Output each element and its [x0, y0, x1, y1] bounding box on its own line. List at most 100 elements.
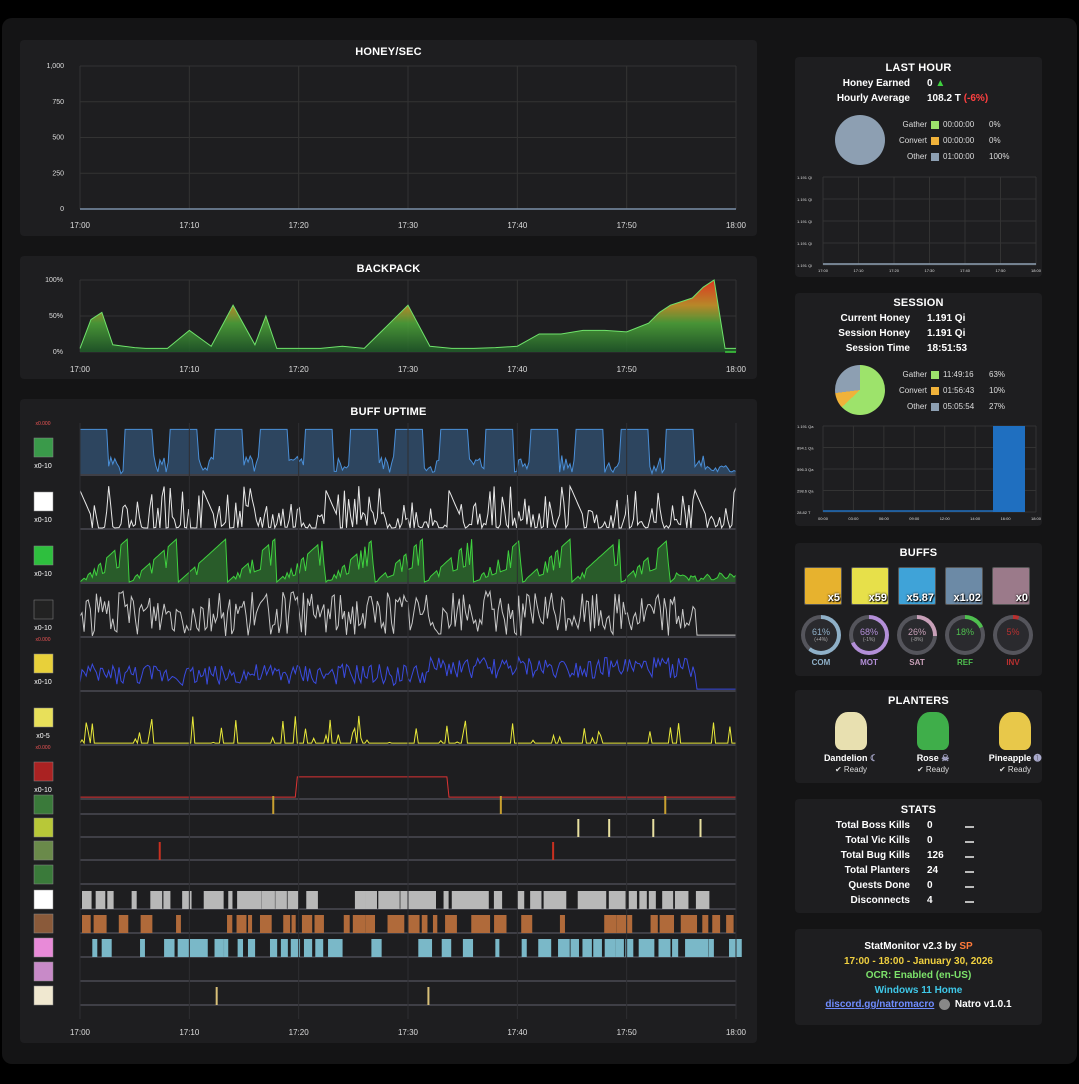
hourly-change: (-6%) [963, 93, 989, 104]
uptime-bar [418, 939, 433, 957]
uptime-bar [236, 915, 247, 933]
uptime-bar [689, 915, 698, 933]
x-tick: 17:00 [70, 221, 91, 230]
legend-pct: 100% [989, 152, 1010, 161]
planter-symbol-icon: ☾ [869, 753, 879, 763]
honey-earned-value: 0 ▲ [927, 78, 946, 89]
x-tick: 17:50 [995, 268, 1006, 273]
x-tick: 17:10 [179, 221, 200, 230]
y-tick: 500 [52, 135, 64, 142]
uptime-bar [695, 891, 710, 909]
uptime-bar [287, 891, 299, 909]
x-tick: 18:00 [726, 221, 747, 230]
chick-icon: x0 [992, 567, 1030, 605]
uptime-bar [421, 915, 428, 933]
uptime-bar [482, 915, 491, 933]
stat-trend [965, 826, 974, 828]
tide-icon: x1.02 [945, 567, 983, 605]
stat-trend [965, 886, 974, 888]
y-tick: 28.82 T [797, 510, 811, 515]
author: SP [959, 941, 973, 952]
x-tick: 17:40 [507, 365, 528, 374]
uptime-bar [407, 915, 420, 933]
x-tick: 18:00 [726, 1028, 747, 1037]
buff-count: x59 [868, 592, 887, 604]
baby-love-icon [33, 761, 54, 782]
hourly-average-value: 108.2 T (-6%) [927, 93, 989, 104]
discord-link[interactable]: discord.gg/natromacro [825, 999, 934, 1010]
stat-trend [965, 901, 974, 903]
y-tick: 50% [49, 313, 63, 320]
uptime-bar [95, 891, 106, 909]
y-tick: 0% [53, 349, 63, 356]
uptime-bar [726, 915, 734, 933]
planter-icon [999, 712, 1031, 750]
uptime-bar [674, 891, 689, 909]
melody-icon [33, 599, 54, 620]
hourly-average-label: Hourly Average [836, 93, 910, 104]
ring-change: (+4%) [814, 637, 828, 643]
uptime-bar [177, 939, 190, 957]
uptime-bar [471, 915, 484, 933]
stat-trend [965, 871, 974, 873]
uptime-bar [261, 891, 275, 909]
uptime-bar [182, 891, 192, 909]
buff-scale: x0-10 [34, 517, 52, 524]
backpack-panel: BACKPACK 100% 50% 0% 17:00 17:10 17:20 17:30 17… [20, 256, 757, 379]
stat-value: 0 [927, 820, 933, 831]
buff-scale: x0-5 [36, 733, 50, 740]
last-hour-title: LAST HOUR [885, 62, 952, 74]
up-arrow-icon: ▲ [935, 78, 946, 89]
os-name: Windows 11 Home [874, 985, 963, 996]
heart-row-icon [33, 937, 54, 958]
session-area [993, 426, 1025, 512]
gear-row-icon [33, 864, 54, 885]
backpack-chart: 100% 50% 0% 17:00 17:10 17:20 17:30 17:40 17:50 1… [45, 277, 746, 374]
uptime-bar [650, 915, 658, 933]
uptime-tick [158, 842, 161, 860]
buff-count: x0 [1015, 592, 1028, 604]
stat-label: Quests Done [848, 880, 910, 891]
uptime-bar [648, 939, 655, 957]
uptime-bar [587, 891, 598, 909]
uptime-tick [652, 819, 655, 837]
ring-label: SAT [909, 658, 925, 667]
buff-count: x5.87 [906, 592, 934, 604]
x-tick: 03:00 [848, 516, 859, 521]
x-tick: 17:40 [507, 1028, 528, 1037]
uptime-bar [521, 939, 527, 957]
uptime-bar [604, 939, 616, 957]
ring-change: (-8%) [910, 637, 924, 643]
uptime-bar [140, 915, 153, 933]
uptime-bar [461, 891, 475, 909]
legend-time: 00:00:00 [943, 136, 975, 145]
y-tick: 1.191 Qi [797, 219, 812, 224]
version-line: StatMonitor v2.3 by SP [864, 941, 973, 952]
current-honey-value: 1.191 Qi [927, 313, 966, 324]
ring-label: REF [957, 658, 973, 667]
uptime-bar [538, 939, 552, 957]
planter-symbol-icon: ➊ [1033, 753, 1042, 763]
uptime-bar [214, 939, 224, 957]
uptime-bar [336, 939, 343, 957]
uptime-bar [604, 915, 617, 933]
legend-pct: 27% [989, 402, 1006, 411]
x-tick: 09:00 [909, 516, 920, 521]
x-tick: 17:10 [853, 268, 864, 273]
uptime-bar [275, 891, 287, 909]
melody-row-icon [33, 889, 54, 910]
x-tick: 18:00 [1031, 268, 1042, 273]
stat-label: Total Bug Kills [840, 850, 910, 861]
uptime-bar [628, 891, 637, 909]
uptime-bar [352, 915, 366, 933]
uptime-tick [699, 819, 702, 837]
bear-morph-row-icon [33, 840, 54, 861]
uptime-bar [582, 939, 592, 957]
bubble-icon: x5.87 [898, 567, 936, 605]
stat-value: 0 [927, 835, 933, 846]
uptime-bar [552, 891, 567, 909]
buff-ring-ref: 18% [945, 615, 985, 655]
x-tick: 17:10 [179, 1028, 200, 1037]
uptime-bar [595, 891, 607, 909]
uptime-tick [215, 987, 218, 1005]
